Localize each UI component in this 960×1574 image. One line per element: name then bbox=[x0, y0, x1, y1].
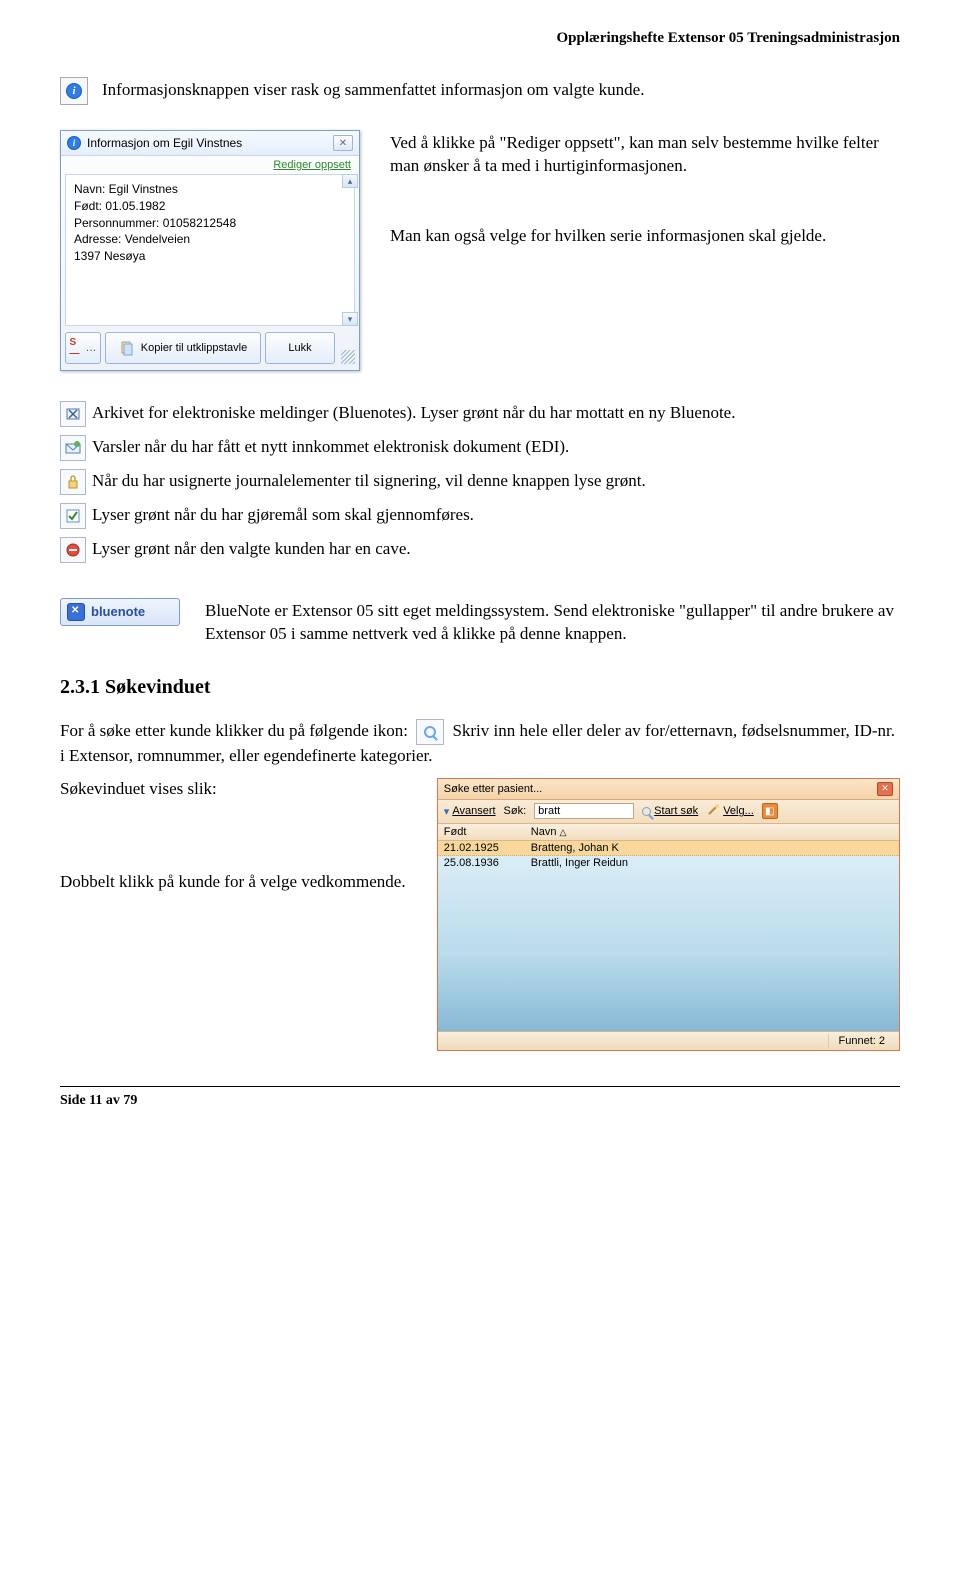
found-count: Funnet: 2 bbox=[828, 1034, 895, 1048]
extra-button[interactable]: ◧ bbox=[762, 803, 778, 819]
sign-desc: Når du har usignerte journalelementer ti… bbox=[92, 469, 646, 493]
search-results-list: 21.02.1925 Bratteng, Johan K 25.08.1936 … bbox=[438, 841, 899, 1031]
archive-desc: Arkivet for elektroniske meldinger (Blue… bbox=[92, 402, 735, 422]
archive-icon bbox=[60, 401, 86, 427]
search-p3: Dobbelt klikk på kunde for å velge vedko… bbox=[60, 871, 413, 894]
search-label: Søk: bbox=[504, 805, 527, 817]
dialog-title-icon: i bbox=[67, 136, 81, 150]
dlg-born: Født: 01.05.1982 bbox=[74, 198, 346, 215]
side-para-1: Ved å klikke på "Rediger oppsett", kan m… bbox=[390, 130, 900, 178]
table-row[interactable]: 21.02.1925 Bratteng, Johan K bbox=[438, 841, 899, 856]
copy-label: Kopier til utklippstavle bbox=[141, 342, 247, 354]
edi-desc: Varsler når du har fått et nytt innkomme… bbox=[92, 435, 569, 459]
scroll-up-icon[interactable]: ▴ bbox=[342, 174, 358, 188]
chevron-down-icon: ▾ bbox=[444, 805, 450, 818]
bluenote-desc: BlueNote er Extensor 05 sitt eget meldin… bbox=[205, 598, 900, 646]
cave-icon bbox=[60, 537, 86, 563]
dialog-title-text: Informasjon om Egil Vinstnes bbox=[87, 136, 242, 150]
task-icon bbox=[60, 503, 86, 529]
intro-text: Informasjonsknappen viser rask og sammen… bbox=[102, 77, 644, 102]
bluenote-button[interactable]: bluenote bbox=[60, 598, 180, 626]
sign-icon bbox=[60, 469, 86, 495]
search-footer: Funnet: 2 bbox=[438, 1031, 899, 1050]
table-row[interactable]: 25.08.1936 Brattli, Inger Reidun bbox=[438, 856, 899, 870]
dialog-titlebar: i Informasjon om Egil Vinstnes ✕ bbox=[61, 131, 359, 156]
bluenote-icon bbox=[67, 603, 85, 621]
edit-layout-link[interactable]: Rediger oppsett bbox=[273, 159, 351, 171]
dlg-city: 1397 Nesøya bbox=[74, 248, 346, 265]
copy-clipboard-button[interactable]: Kopier til utklippstavle bbox=[105, 332, 261, 364]
bluenote-label: bluenote bbox=[91, 604, 145, 619]
dialog-body: Navn: Egil Vinstnes Født: 01.05.1982 Per… bbox=[65, 174, 355, 326]
search-window-title: Søke etter pasient... ✕ bbox=[438, 779, 899, 800]
choose-button[interactable]: Velg... bbox=[706, 803, 754, 820]
bluenote-row: bluenote BlueNote er Extensor 05 sitt eg… bbox=[60, 598, 900, 646]
series-button[interactable]: S— … bbox=[65, 332, 101, 364]
search-p2: Søkevinduet vises slik: bbox=[60, 778, 413, 801]
edi-icon bbox=[60, 435, 86, 461]
cave-desc: Lyser grønt når den valgte kunden har en… bbox=[92, 537, 411, 561]
wand-icon bbox=[706, 803, 720, 820]
section-heading: 2.3.1 Søkevinduet bbox=[60, 676, 900, 699]
search-window: Søke etter pasient... ✕ ▾ Avansert Søk: … bbox=[437, 778, 900, 1051]
search-toolbar: ▾ Avansert Søk: Start søk Velg... ◧ bbox=[438, 800, 899, 824]
start-search-button[interactable]: Start søk bbox=[642, 805, 698, 817]
scroll-down-icon[interactable]: ▾ bbox=[342, 312, 358, 326]
page-header: Opplæringshefte Extensor 05 Treningsadmi… bbox=[60, 30, 900, 47]
search-para-1: For å søke etter kunde klikker du på føl… bbox=[60, 717, 900, 768]
side-para-2: Man kan også velge for hvilken serie inf… bbox=[390, 223, 900, 248]
search-window-close-button[interactable]: ✕ bbox=[877, 782, 893, 796]
dlg-pnr: Personnummer: 01058212548 bbox=[74, 215, 346, 232]
dialog-subbar: Rediger oppsett bbox=[61, 156, 359, 174]
dlg-name: Navn: Egil Vinstnes bbox=[74, 181, 346, 198]
intro-row: i Informasjonsknappen viser rask og samm… bbox=[60, 77, 900, 105]
dlg-addr: Adresse: Vendelveien bbox=[74, 231, 346, 248]
page-footer: Side 11 av 79 bbox=[60, 1086, 900, 1109]
search-icon bbox=[416, 719, 444, 745]
close-label: Lukk bbox=[288, 342, 311, 354]
task-desc: Lyser grønt når du har gjøremål som skal… bbox=[92, 503, 474, 527]
advanced-button[interactable]: ▾ Avansert bbox=[444, 805, 496, 818]
col-fodt[interactable]: Født bbox=[444, 826, 519, 838]
search-columns-header: Født Navn △ bbox=[438, 824, 899, 841]
search-input[interactable] bbox=[534, 803, 634, 819]
icon-list: Arkivet for elektroniske meldinger (Blue… bbox=[60, 401, 900, 563]
close-dialog-button[interactable]: Lukk bbox=[265, 332, 335, 364]
info-icon: i bbox=[60, 77, 88, 105]
dialog-footer: S— … Kopier til utklippstavle Lukk bbox=[61, 326, 359, 370]
info-dialog: i Informasjon om Egil Vinstnes ✕ Rediger… bbox=[60, 130, 360, 371]
col-navn[interactable]: Navn △ bbox=[531, 826, 567, 838]
search-flex: Søkevinduet vises slik: Dobbelt klikk på… bbox=[60, 778, 900, 1051]
document-page: Opplæringshefte Extensor 05 Treningsadmi… bbox=[0, 0, 960, 1139]
clipboard-icon bbox=[119, 340, 135, 356]
resize-grip-icon[interactable] bbox=[341, 350, 355, 364]
dialog-and-text: i Informasjon om Egil Vinstnes ✕ Rediger… bbox=[60, 130, 900, 371]
search-window-title-text: Søke etter pasient... bbox=[444, 783, 542, 795]
dialog-close-button[interactable]: ✕ bbox=[333, 135, 353, 151]
search-p1a: For å søke etter kunde klikker du på føl… bbox=[60, 721, 412, 740]
